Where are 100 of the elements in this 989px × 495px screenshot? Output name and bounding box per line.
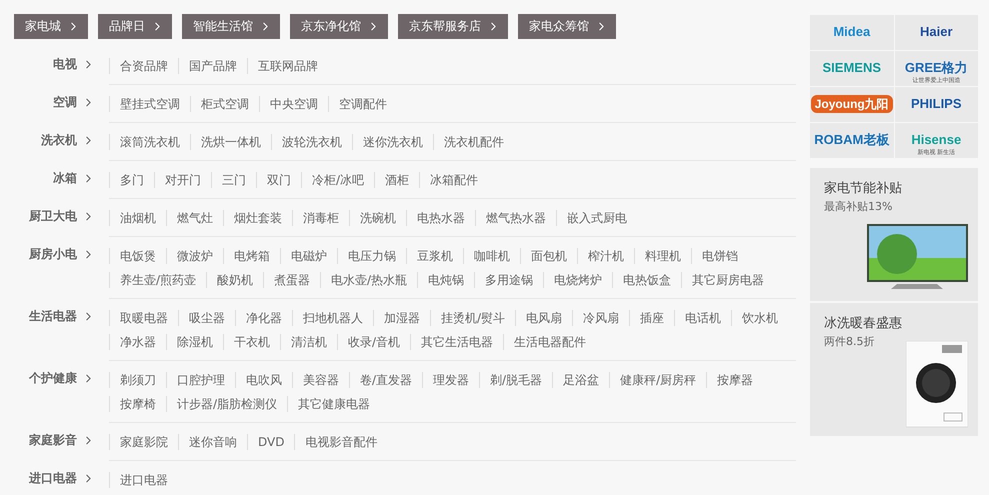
subcategory-link[interactable]: 饮水机: [731, 310, 788, 326]
subcategory-link[interactable]: 扫地机器人: [292, 310, 373, 326]
subcategory-link[interactable]: 按摩椅: [109, 396, 166, 412]
subcategory-link[interactable]: 消毒柜: [292, 210, 349, 226]
subcategory-link[interactable]: 生活电器配件: [503, 334, 596, 350]
subcategory-link[interactable]: 迷你音响: [178, 434, 247, 450]
subcategory-link[interactable]: 微波炉: [166, 248, 223, 264]
brand-logo[interactable]: SIEMENS: [810, 51, 894, 86]
subcategory-link[interactable]: 其它健康电器: [287, 396, 380, 412]
brand-logo[interactable]: PHILIPS: [894, 87, 978, 122]
subcategory-link[interactable]: 酸奶机: [206, 272, 264, 288]
subcategory-link[interactable]: 豆浆机: [406, 248, 463, 264]
subcategory-link[interactable]: 嵌入式厨电: [556, 210, 637, 226]
subcategory-link[interactable]: 电饭煲: [109, 248, 166, 264]
subcategory-link[interactable]: 加湿器: [373, 310, 430, 326]
subcategory-link[interactable]: 其它厨房电器: [681, 272, 774, 288]
promo-card[interactable]: 家电节能补贴 最高补贴13%: [810, 168, 978, 301]
subcategory-link[interactable]: 养生壶/煎药壶: [109, 272, 206, 288]
category-label[interactable]: 进口电器: [14, 461, 95, 486]
subcategory-link[interactable]: 洗烘一体机: [190, 134, 271, 150]
category-label[interactable]: 家庭影音: [14, 423, 95, 448]
subcategory-link[interactable]: 榨汁机: [577, 248, 634, 264]
subcategory-link[interactable]: 多门: [109, 172, 154, 188]
subcategory-link[interactable]: 电烧烤炉: [543, 272, 612, 288]
subcategory-link[interactable]: 美容器: [292, 372, 349, 388]
subcategory-link[interactable]: 燃气热水器: [475, 210, 556, 226]
subcategory-link[interactable]: 电磁炉: [280, 248, 337, 264]
category-link[interactable]: 家电城: [14, 14, 88, 39]
promo-card[interactable]: 冰洗暖春盛惠 两件8.5折: [810, 303, 978, 436]
subcategory-link[interactable]: 电水壶/热水瓶: [320, 272, 418, 288]
subcategory-link[interactable]: 净化器: [235, 310, 292, 326]
subcategory-link[interactable]: 除湿机: [166, 334, 223, 350]
subcategory-link[interactable]: 双门: [256, 172, 301, 188]
subcategory-link[interactable]: 烟灶套装: [223, 210, 292, 226]
subcategory-link[interactable]: 合资品牌: [109, 58, 178, 74]
subcategory-link[interactable]: 其它生活电器: [410, 334, 504, 350]
subcategory-link[interactable]: 清洁机: [280, 334, 337, 350]
subcategory-link[interactable]: 电饼铛: [691, 248, 748, 264]
brand-logo[interactable]: Midea: [810, 15, 894, 50]
subcategory-link[interactable]: 电视影音配件: [294, 434, 388, 450]
category-link[interactable]: 京东帮服务店: [398, 14, 508, 39]
subcategory-link[interactable]: 电风扇: [515, 310, 572, 326]
subcategory-link[interactable]: 滚筒洗衣机: [109, 134, 190, 150]
subcategory-link[interactable]: 三门: [211, 172, 256, 188]
subcategory-link[interactable]: 咖啡机: [463, 248, 520, 264]
subcategory-link[interactable]: 电炖锅: [417, 272, 474, 288]
subcategory-link[interactable]: 互联网品牌: [247, 58, 328, 74]
subcategory-link[interactable]: 电话机: [674, 310, 732, 326]
subcategory-link[interactable]: 对开门: [154, 172, 211, 188]
subcategory-link[interactable]: 健康秤/厨房秤: [609, 372, 706, 388]
subcategory-link[interactable]: 酒柜: [374, 172, 420, 188]
subcategory-link[interactable]: 卷/直发器: [349, 372, 422, 388]
subcategory-link[interactable]: 电吹风: [235, 372, 292, 388]
subcategory-link[interactable]: 煮蛋器: [263, 272, 320, 288]
subcategory-link[interactable]: 面包机: [520, 248, 577, 264]
subcategory-link[interactable]: 剃须刀: [109, 372, 166, 388]
subcategory-link[interactable]: 国产品牌: [178, 58, 247, 74]
subcategory-link[interactable]: 料理机: [634, 248, 691, 264]
brand-logo[interactable]: ROBAM老板: [810, 123, 894, 158]
subcategory-link[interactable]: 柜式空调: [190, 96, 259, 112]
subcategory-link[interactable]: 剃/脱毛器: [479, 372, 552, 388]
subcategory-link[interactable]: 洗碗机: [349, 210, 406, 226]
subcategory-link[interactable]: 冷柜/冰吧: [301, 172, 374, 188]
subcategory-link[interactable]: 电热水器: [406, 210, 475, 226]
category-label[interactable]: 冰箱: [14, 161, 95, 186]
subcategory-link[interactable]: 冰箱配件: [419, 172, 488, 188]
subcategory-link[interactable]: 吸尘器: [178, 310, 235, 326]
subcategory-link[interactable]: 取暖电器: [109, 310, 178, 326]
subcategory-link[interactable]: 油烟机: [109, 210, 166, 226]
subcategory-link[interactable]: 壁挂式空调: [109, 96, 190, 112]
subcategory-link[interactable]: 口腔护理: [166, 372, 235, 388]
category-link[interactable]: 京东净化馆: [290, 14, 388, 39]
subcategory-link[interactable]: 电压力锅: [337, 248, 406, 264]
subcategory-link[interactable]: 空调配件: [328, 96, 397, 112]
category-label[interactable]: 个护健康: [14, 361, 95, 386]
subcategory-link[interactable]: 进口电器: [109, 472, 178, 488]
subcategory-link[interactable]: 中央空调: [259, 96, 328, 112]
subcategory-link[interactable]: 迷你洗衣机: [352, 134, 433, 150]
subcategory-link[interactable]: 电烤箱: [223, 248, 280, 264]
subcategory-link[interactable]: 理发器: [422, 372, 480, 388]
subcategory-link[interactable]: 家庭影院: [109, 434, 178, 450]
subcategory-link[interactable]: 按摩器: [706, 372, 764, 388]
category-link[interactable]: 家电众筹馆: [518, 14, 616, 39]
subcategory-link[interactable]: DVD: [247, 434, 294, 450]
category-label[interactable]: 厨卫大电: [14, 199, 95, 224]
subcategory-link[interactable]: 波轮洗衣机: [271, 134, 352, 150]
category-label[interactable]: 生活电器: [14, 299, 95, 324]
category-link[interactable]: 智能生活馆: [182, 14, 280, 39]
brand-logo[interactable]: Joyoung九阳: [810, 87, 894, 122]
subcategory-link[interactable]: 挂烫机/熨斗: [430, 310, 516, 326]
subcategory-link[interactable]: 足浴盆: [552, 372, 610, 388]
category-label[interactable]: 空调: [14, 85, 95, 110]
subcategory-link[interactable]: 干衣机: [223, 334, 280, 350]
subcategory-link[interactable]: 计步器/脂肪检测仪: [166, 396, 288, 412]
subcategory-link[interactable]: 收录/音机: [337, 334, 410, 350]
brand-logo[interactable]: Haier: [894, 15, 978, 50]
subcategory-link[interactable]: 净水器: [109, 334, 166, 350]
subcategory-link[interactable]: 冷风扇: [572, 310, 630, 326]
subcategory-link[interactable]: 多用途锅: [474, 272, 544, 288]
subcategory-link[interactable]: 插座: [629, 310, 674, 326]
